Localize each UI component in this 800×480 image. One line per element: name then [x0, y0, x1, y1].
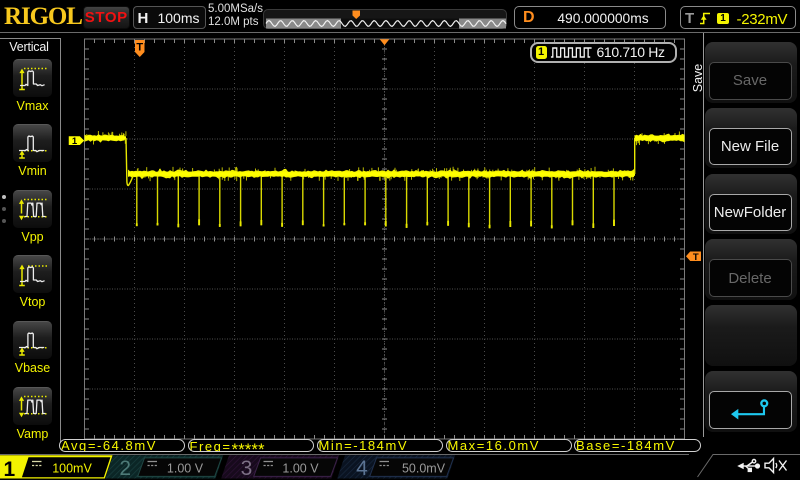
svg-text:1.00 V: 1.00 V [167, 462, 204, 476]
svg-text:4: 4 [356, 457, 368, 480]
svg-text:T: T [136, 42, 143, 54]
svg-text:2: 2 [119, 457, 131, 480]
svg-text:1.00 V: 1.00 V [282, 462, 319, 476]
svg-text:T: T [693, 252, 699, 263]
svg-text:1: 1 [4, 458, 16, 480]
svg-text:100mV: 100mV [52, 462, 92, 476]
svg-text:50.0mV: 50.0mV [402, 462, 446, 476]
svg-text:1: 1 [72, 136, 78, 147]
svg-text:3: 3 [241, 457, 253, 480]
